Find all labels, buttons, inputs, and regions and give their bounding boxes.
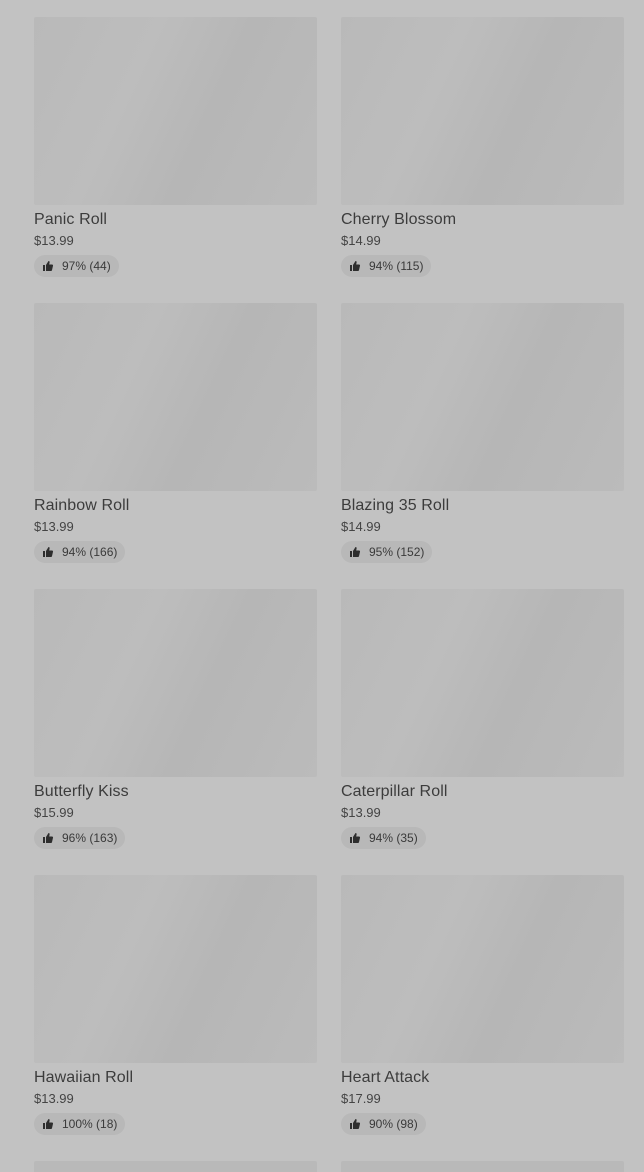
menu-item-grid: Panic Roll $13.99 97% (44) Cherry Blosso… (34, 17, 624, 1161)
rating-badge: 100% (18) (34, 1113, 126, 1135)
item-image[interactable] (341, 875, 624, 1063)
item-name: Butterfly Kiss (34, 783, 129, 800)
item-price: $13.99 (34, 1091, 74, 1106)
rating-badge: 94% (35) (341, 827, 426, 849)
rating-text: 100% (18) (62, 1117, 118, 1131)
item-name: Cherry Blossom (341, 211, 457, 228)
thumbs-up-icon (349, 1118, 361, 1130)
rating-text: 94% (166) (62, 545, 118, 559)
item-image[interactable] (341, 589, 624, 777)
item-image[interactable] (341, 303, 624, 491)
menu-item-card[interactable]: Caterpillar Roll $13.99 94% (35) (341, 589, 624, 875)
thumbs-up-icon (42, 1118, 54, 1130)
rating-text: 94% (115) (369, 259, 424, 273)
rating-badge: 96% (163) (34, 827, 126, 849)
thumbs-up-icon (349, 260, 361, 272)
thumbs-up-icon (42, 260, 54, 272)
item-price: $13.99 (341, 805, 381, 820)
item-image[interactable] (341, 1161, 624, 1172)
rating-text: 96% (163) (62, 831, 118, 845)
rating-text: 97% (44) (62, 259, 111, 273)
thumbs-up-icon (349, 546, 361, 558)
item-name: Blazing 35 Roll (341, 497, 450, 514)
thumbs-up-icon (42, 832, 54, 844)
item-image[interactable] (34, 303, 317, 491)
item-price: $17.99 (341, 1091, 381, 1106)
rating-text: 95% (152) (369, 545, 425, 559)
menu-item-card[interactable]: Panic Roll $13.99 97% (44) (34, 17, 317, 303)
menu-item-card[interactable]: Butterfly Kiss $15.99 96% (163) (34, 589, 317, 875)
rating-badge: 90% (98) (341, 1113, 426, 1135)
rating-text: 94% (35) (369, 831, 418, 845)
item-image[interactable] (341, 17, 624, 205)
item-price: $13.99 (34, 519, 74, 534)
item-image[interactable] (34, 589, 317, 777)
menu-item-card[interactable]: Heart Attack $17.99 90% (98) (341, 875, 624, 1161)
item-price: $13.99 (34, 233, 74, 248)
item-image[interactable] (34, 17, 317, 205)
item-price: $14.99 (341, 233, 381, 248)
item-name: Hawaiian Roll (34, 1069, 134, 1086)
item-image[interactable] (34, 1161, 317, 1172)
menu-item-card[interactable]: Cherry Blossom $14.99 94% (115) (341, 17, 624, 303)
item-name: Caterpillar Roll (341, 783, 448, 800)
item-image[interactable] (34, 875, 317, 1063)
rating-text: 90% (98) (369, 1117, 418, 1131)
menu-item-card[interactable]: Blazing 35 Roll $14.99 95% (152) (341, 303, 624, 589)
rating-badge: 95% (152) (341, 541, 433, 563)
rating-badge: 94% (115) (341, 255, 432, 277)
thumbs-up-icon (42, 546, 54, 558)
menu-item-card[interactable]: Rainbow Roll $13.99 94% (166) (34, 303, 317, 589)
thumbs-up-icon (349, 832, 361, 844)
item-price: $15.99 (34, 805, 74, 820)
item-name: Heart Attack (341, 1069, 430, 1086)
rating-badge: 94% (166) (34, 541, 126, 563)
item-name: Rainbow Roll (34, 497, 130, 514)
menu-item-card[interactable]: Hawaiian Roll $13.99 100% (18) (34, 875, 317, 1161)
item-name: Panic Roll (34, 211, 108, 228)
rating-badge: 97% (44) (34, 255, 119, 277)
item-price: $14.99 (341, 519, 381, 534)
